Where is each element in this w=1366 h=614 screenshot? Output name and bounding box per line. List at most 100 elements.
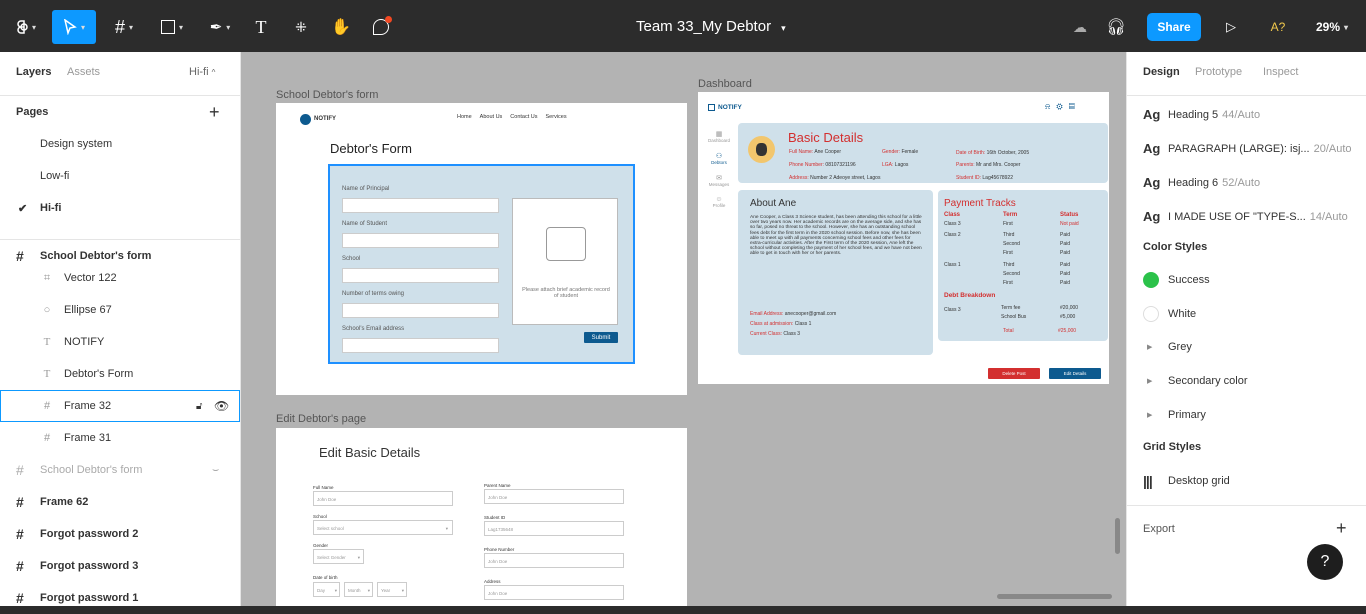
canvas[interactable]: School Debtor's form NOTIFY Home About U…	[241, 52, 1126, 606]
tab-design[interactable]: Design	[1143, 66, 1180, 78]
frame-label[interactable]: Edit Debtor's page	[276, 413, 366, 425]
text-style-item[interactable]: Ag Heading 6 52/Auto	[1143, 175, 1260, 190]
layer-row[interactable]: T Debtor's Form	[0, 358, 240, 390]
tab-inspect[interactable]: Inspect	[1263, 66, 1298, 78]
move-tool-button[interactable]: ▾	[52, 10, 96, 44]
eye-icon[interactable]: 👁︎	[214, 399, 229, 413]
components-button[interactable]: ⁜	[288, 12, 314, 42]
page-item[interactable]: Design system	[0, 128, 240, 160]
menu-icon[interactable]: ▤	[1069, 102, 1081, 111]
layer-row-hovered[interactable]: # Frame 32 🔓︎ 👁︎	[0, 390, 240, 422]
edit-details-button[interactable]: Edit Details	[1049, 368, 1101, 379]
unlock-icon[interactable]: 🔓︎	[196, 401, 202, 412]
side-item-active[interactable]: Debtors	[704, 160, 734, 165]
color-style-item[interactable]: Success	[1143, 272, 1210, 288]
layer-row[interactable]: # Forgot password 2	[0, 518, 240, 550]
side-item[interactable]: Dashboard	[704, 138, 734, 143]
color-group[interactable]: ▶ Secondary color	[1143, 375, 1248, 387]
phone-input[interactable]: John Doe	[484, 553, 624, 568]
nav-link[interactable]: Contact Us	[510, 114, 537, 120]
color-group[interactable]: ▶ Grey	[1143, 341, 1192, 353]
page-item[interactable]: Low-fi	[0, 160, 240, 192]
page-switcher[interactable]: Hi-fi ^	[189, 66, 215, 78]
frame-tool-button[interactable]: # ▾	[104, 12, 144, 42]
tab-prototype[interactable]: Prototype	[1195, 66, 1242, 78]
text-style-item[interactable]: Ag PARAGRAPH (LARGE): isj... 20/Auto	[1143, 141, 1352, 156]
text-style-item[interactable]: Ag I MADE USE OF "TYPE-S... 14/Auto	[1143, 209, 1348, 224]
gender-select[interactable]: Select Gender ▾	[313, 549, 364, 564]
year-select[interactable]: Year ▾	[377, 582, 407, 597]
nav-link[interactable]: Services	[546, 114, 567, 120]
student-input[interactable]	[342, 233, 499, 248]
offline-status[interactable]: ☁	[1068, 12, 1092, 42]
school-debtors-form-frame[interactable]: NOTIFY Home About Us Contact Us Services…	[276, 103, 687, 395]
shape-tool-button[interactable]: ▾	[152, 12, 192, 42]
zoom-menu[interactable]: 29% ▾	[1310, 12, 1354, 42]
layer-row[interactable]: # Frame 62	[0, 486, 240, 518]
full-name-input[interactable]: John Doe	[313, 491, 453, 506]
help-button[interactable]: ?	[1307, 544, 1343, 580]
font-status[interactable]: A?	[1264, 12, 1292, 42]
add-page-icon[interactable]: +	[209, 102, 220, 123]
side-item[interactable]: Messages	[704, 182, 734, 187]
layer-label: School Debtor's form	[40, 464, 143, 476]
figma-menu-button[interactable]: ▾	[10, 12, 42, 42]
dashboard-frame[interactable]: NOTIFY ⍾⚙▤ ▦ Dashboard ⚇ Debtors ✉ Messages…	[698, 92, 1109, 384]
layer-row[interactable]: ○ Ellipse 67	[0, 294, 240, 326]
add-export-icon[interactable]: +	[1336, 518, 1347, 539]
terms-input[interactable]	[342, 303, 499, 318]
layer-row[interactable]: ⌗ Vector 122	[0, 262, 240, 294]
student-id-input[interactable]: Lag1735648	[484, 521, 624, 536]
eye-closed-icon[interactable]: ⌣	[212, 464, 219, 477]
about-meta: Class at admission: Class 1	[750, 321, 812, 327]
color-style-item[interactable]: White	[1143, 306, 1196, 322]
horizontal-scrollbar[interactable]	[997, 594, 1112, 599]
text-style-item[interactable]: Ag Heading 5 44/Auto	[1143, 107, 1260, 122]
tab-layers[interactable]: Layers	[16, 66, 51, 78]
pen-tool-button[interactable]: ✒ ▾	[200, 12, 240, 42]
text-tool-button[interactable]: T	[248, 12, 274, 42]
divider	[1127, 505, 1366, 506]
school-input[interactable]	[342, 268, 499, 283]
audio-button[interactable]: 🎧︎	[1104, 12, 1128, 42]
text-layer-icon: T	[43, 336, 51, 348]
comment-tool-button[interactable]	[368, 12, 394, 42]
attach-dropzone[interactable]: Please attach brief academic record of s…	[512, 198, 618, 325]
edit-debtors-frame[interactable]: Edit Basic Details Full Name John Doe Sc…	[276, 428, 687, 606]
share-button[interactable]: Share	[1147, 13, 1201, 41]
submit-button[interactable]: Submit	[584, 332, 618, 343]
day-select[interactable]: Day ▾	[313, 582, 340, 597]
layers-panel: Layers Assets Hi-fi ^ Pages + Design sys…	[0, 52, 241, 606]
export-header[interactable]: Export	[1143, 523, 1175, 535]
notification-dot	[385, 16, 392, 23]
principal-input[interactable]	[342, 198, 499, 213]
frame-label[interactable]: School Debtor's form	[276, 89, 378, 101]
address-input[interactable]: John Doe	[484, 585, 624, 600]
settings-icon[interactable]: ⚙	[1056, 102, 1068, 111]
delete-post-button[interactable]: Delete Post	[988, 368, 1040, 379]
layer-row[interactable]: T NOTIFY	[0, 326, 240, 358]
tab-assets[interactable]: Assets	[67, 66, 100, 78]
email-input[interactable]	[342, 338, 499, 353]
side-item[interactable]: Profile	[704, 203, 734, 208]
hand-tool-button[interactable]: ✋	[328, 12, 354, 42]
file-title[interactable]: Team 33_My Debtor ▾	[636, 18, 786, 35]
vertical-scrollbar[interactable]	[1115, 518, 1120, 554]
school-select[interactable]: Select school ▾	[313, 520, 453, 535]
header-icons: ⍾⚙▤	[1045, 102, 1081, 112]
layer-row-hidden[interactable]: # School Debtor's form ⌣	[0, 454, 240, 486]
present-button[interactable]: ▷	[1220, 12, 1242, 42]
grid-style-item[interactable]: ||| Desktop grid	[1143, 473, 1230, 489]
parent-input[interactable]: John Doe	[484, 489, 624, 504]
bell-icon[interactable]: ⍾	[1045, 102, 1056, 111]
nav-link[interactable]: About Us	[480, 114, 503, 120]
layer-row[interactable]: # Frame 31	[0, 422, 240, 454]
layer-row[interactable]: # Forgot password 1	[0, 582, 240, 614]
properties-panel: Design Prototype Inspect Ag Heading 5 44/A…	[1126, 52, 1366, 606]
nav-link[interactable]: Home	[457, 114, 472, 120]
page-item-current[interactable]: ✔ Hi-fi	[0, 192, 240, 224]
frame-label[interactable]: Dashboard	[698, 78, 752, 90]
month-select[interactable]: Month ▾	[344, 582, 373, 597]
layer-row[interactable]: # Forgot password 3	[0, 550, 240, 582]
color-group[interactable]: ▶ Primary	[1143, 409, 1206, 421]
